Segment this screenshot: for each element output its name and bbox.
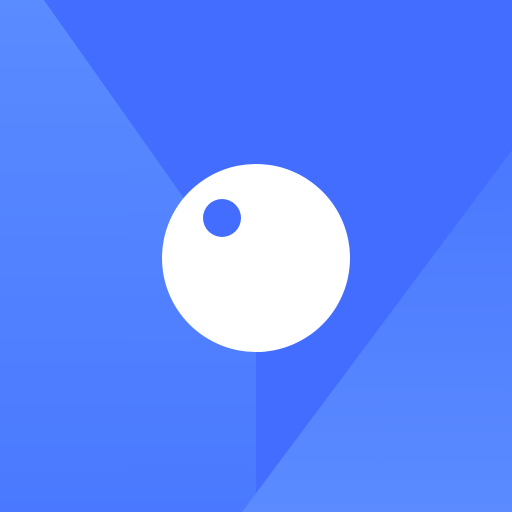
app-icon-graphic bbox=[0, 0, 512, 512]
app-icon bbox=[0, 0, 512, 512]
circle-icon bbox=[162, 164, 350, 352]
dot-icon bbox=[203, 199, 241, 237]
